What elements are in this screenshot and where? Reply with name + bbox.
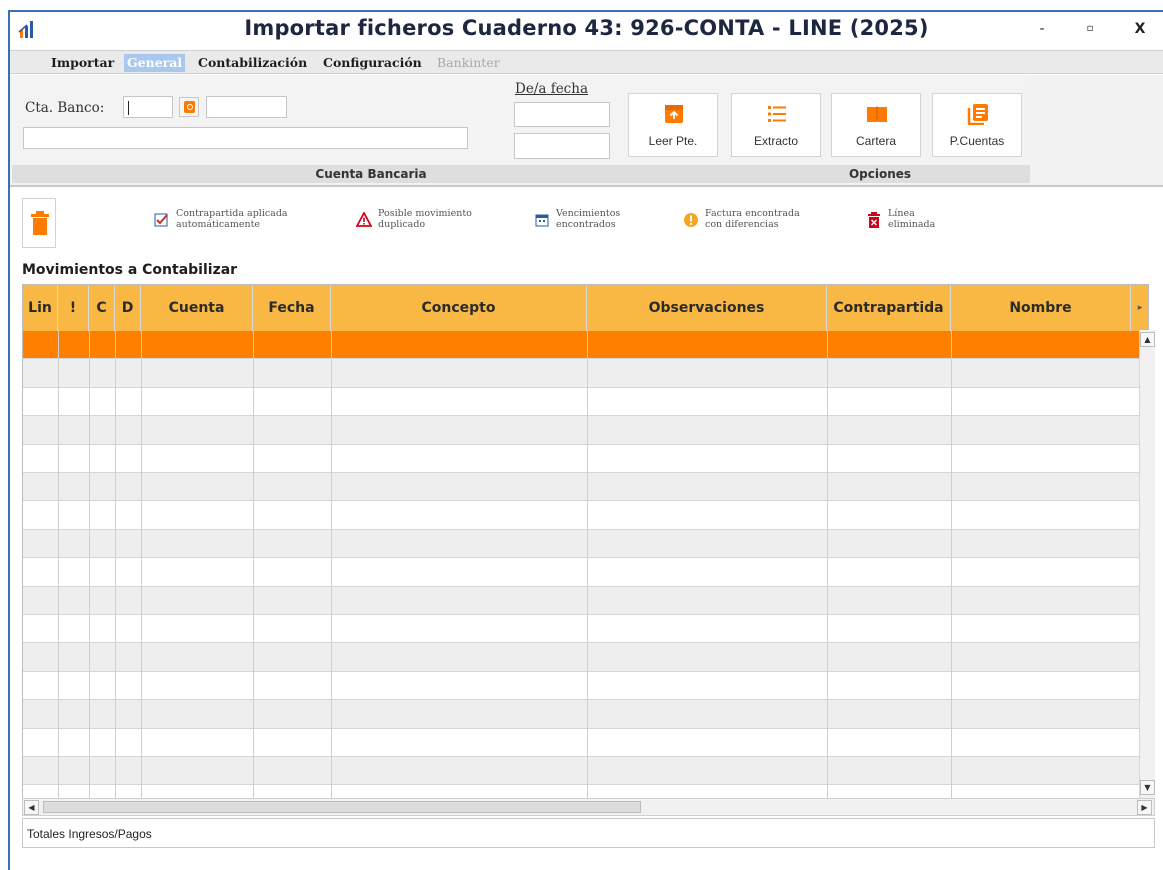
bank-description-field[interactable]	[23, 127, 468, 149]
column-divider	[115, 331, 116, 798]
checked-document-icon	[154, 212, 170, 228]
bank-group: Cta. Banco: De/a fecha Leer Pte. Extract…	[12, 75, 1030, 183]
column-header-lin[interactable]: Lin	[23, 285, 58, 331]
download-box-icon	[663, 103, 685, 125]
accounts-plan-label: P.Cuentas	[949, 134, 1005, 148]
column-header-c[interactable]: C	[89, 285, 115, 331]
table-row[interactable]	[23, 359, 1148, 388]
table-row[interactable]	[23, 671, 1148, 701]
table-row[interactable]	[23, 558, 1148, 587]
delete-button[interactable]	[22, 198, 56, 248]
accounts-plan-button[interactable]: P.Cuentas	[932, 93, 1022, 157]
minimize-button[interactable]: -	[1027, 18, 1057, 40]
menu-contabilizacion[interactable]: Contabilización	[195, 54, 310, 72]
close-button[interactable]: X	[1125, 18, 1155, 40]
legend-possible-duplicate-text: Posible movimiento duplicado	[378, 208, 472, 230]
options-section-caption: Opciones	[730, 165, 1030, 183]
read-pending-button[interactable]: Leer Pte.	[628, 93, 718, 157]
bank-account-input[interactable]	[123, 96, 173, 118]
exclamation-circle-icon	[683, 212, 699, 228]
column-divider	[951, 331, 952, 798]
totals-bar: Totales Ingresos/Pagos	[22, 818, 1155, 848]
table-row[interactable]	[23, 501, 1148, 530]
date-to-input[interactable]	[514, 133, 610, 159]
column-divider	[141, 331, 142, 798]
column-header-fecha[interactable]: Fecha	[253, 285, 331, 331]
column-header-d[interactable]: D	[115, 285, 141, 331]
table-row[interactable]	[23, 615, 1148, 644]
column-divider	[587, 331, 588, 798]
portfolio-label: Cartera	[855, 134, 896, 148]
legend-line-deleted-text: Línea eliminada	[888, 208, 936, 230]
movements-grid[interactable]: Lin ! C D Cuenta Fecha Concepto Observac…	[22, 284, 1149, 799]
legend-invoice-differences-text: Factura encontrada con diferencias	[705, 208, 800, 230]
menu-configuracion[interactable]: Configuración	[320, 54, 425, 72]
table-row[interactable]	[23, 785, 1148, 798]
trash-icon	[31, 211, 49, 238]
title-bar: Importar ficheros Cuaderno 43: 926-CONTA…	[10, 12, 1163, 46]
window-title: Importar ficheros Cuaderno 43: 926-CONTA…	[244, 16, 929, 40]
column-header-contrapartida[interactable]: Contrapartida	[827, 285, 951, 331]
horizontal-scrollbar[interactable]: ◀ ▶	[22, 798, 1155, 816]
grid-title: Movimientos a Contabilizar	[22, 262, 238, 278]
column-header-observaciones[interactable]: Observaciones	[587, 285, 827, 331]
column-divider	[253, 331, 254, 798]
top-panel: Cta. Banco: De/a fecha Leer Pte. Extract…	[10, 75, 1163, 187]
table-row[interactable]	[23, 586, 1148, 615]
date-from-input[interactable]	[514, 102, 610, 127]
bank-account-label: Cta. Banco:	[25, 100, 105, 116]
table-row[interactable]	[23, 757, 1148, 786]
calendar-icon	[534, 212, 550, 228]
table-row[interactable]	[23, 728, 1148, 757]
statement-button[interactable]: Extracto	[731, 93, 821, 157]
column-divider	[331, 331, 332, 798]
menu-general[interactable]: General	[124, 54, 186, 72]
table-row[interactable]	[23, 331, 1148, 360]
text-caret	[128, 101, 129, 115]
bank-section-caption: Cuenta Bancaria	[12, 165, 730, 183]
column-divider	[827, 331, 828, 798]
ledger-icon	[967, 103, 989, 126]
menu-bankinter: Bankinter	[437, 55, 500, 70]
statement-label: Extracto	[753, 134, 798, 148]
bank-account-name-field[interactable]	[206, 96, 287, 118]
table-row[interactable]	[23, 529, 1148, 559]
portfolio-button[interactable]: Cartera	[831, 93, 921, 157]
table-row[interactable]	[23, 416, 1148, 445]
table-row[interactable]	[23, 700, 1148, 729]
import-window: Importar ficheros Cuaderno 43: 926-CONTA…	[8, 10, 1163, 870]
table-row[interactable]	[23, 387, 1148, 417]
table-row[interactable]	[23, 444, 1148, 473]
deleted-line-icon	[866, 212, 882, 228]
lookup-icon	[184, 101, 195, 113]
column-header-nombre[interactable]: Nombre	[951, 285, 1131, 331]
scroll-down-icon[interactable]: ▼	[1140, 780, 1155, 795]
totals-label: Totales Ingresos/Pagos	[27, 827, 152, 841]
table-row[interactable]	[23, 473, 1148, 502]
book-icon	[866, 103, 888, 125]
bank-lookup-button[interactable]	[179, 97, 199, 117]
column-header-alert[interactable]: !	[58, 285, 89, 331]
legend-auto-counterpart-text: Contrapartida aplicada automáticamente	[176, 208, 288, 230]
scroll-up-icon[interactable]: ▲	[1140, 332, 1155, 347]
date-range-label: De/a fecha	[515, 81, 588, 97]
column-header-cuenta[interactable]: Cuenta	[141, 285, 253, 331]
column-divider	[58, 331, 59, 798]
scroll-right-icon[interactable]: ▶	[1137, 800, 1152, 815]
menu-importar[interactable]: Importar	[48, 54, 117, 72]
column-header-concepto[interactable]: Concepto	[331, 285, 587, 331]
warning-triangle-icon	[355, 211, 373, 228]
grid-header: Lin ! C D Cuenta Fecha Concepto Observac…	[23, 285, 1148, 331]
vertical-scrollbar[interactable]: ▲ ▼	[1139, 330, 1155, 798]
maximize-button[interactable]: ▫	[1075, 18, 1105, 40]
horizontal-scroll-thumb[interactable]	[43, 801, 641, 813]
scroll-right-header-icon[interactable]: ▸	[1131, 285, 1148, 331]
table-row[interactable]	[23, 643, 1148, 672]
list-icon	[766, 103, 788, 125]
menu-bar: Importar General Contabilización Configu…	[10, 50, 1163, 74]
read-pending-label: Leer Pte.	[648, 134, 698, 148]
column-divider	[89, 331, 90, 798]
scroll-left-icon[interactable]: ◀	[24, 800, 39, 815]
